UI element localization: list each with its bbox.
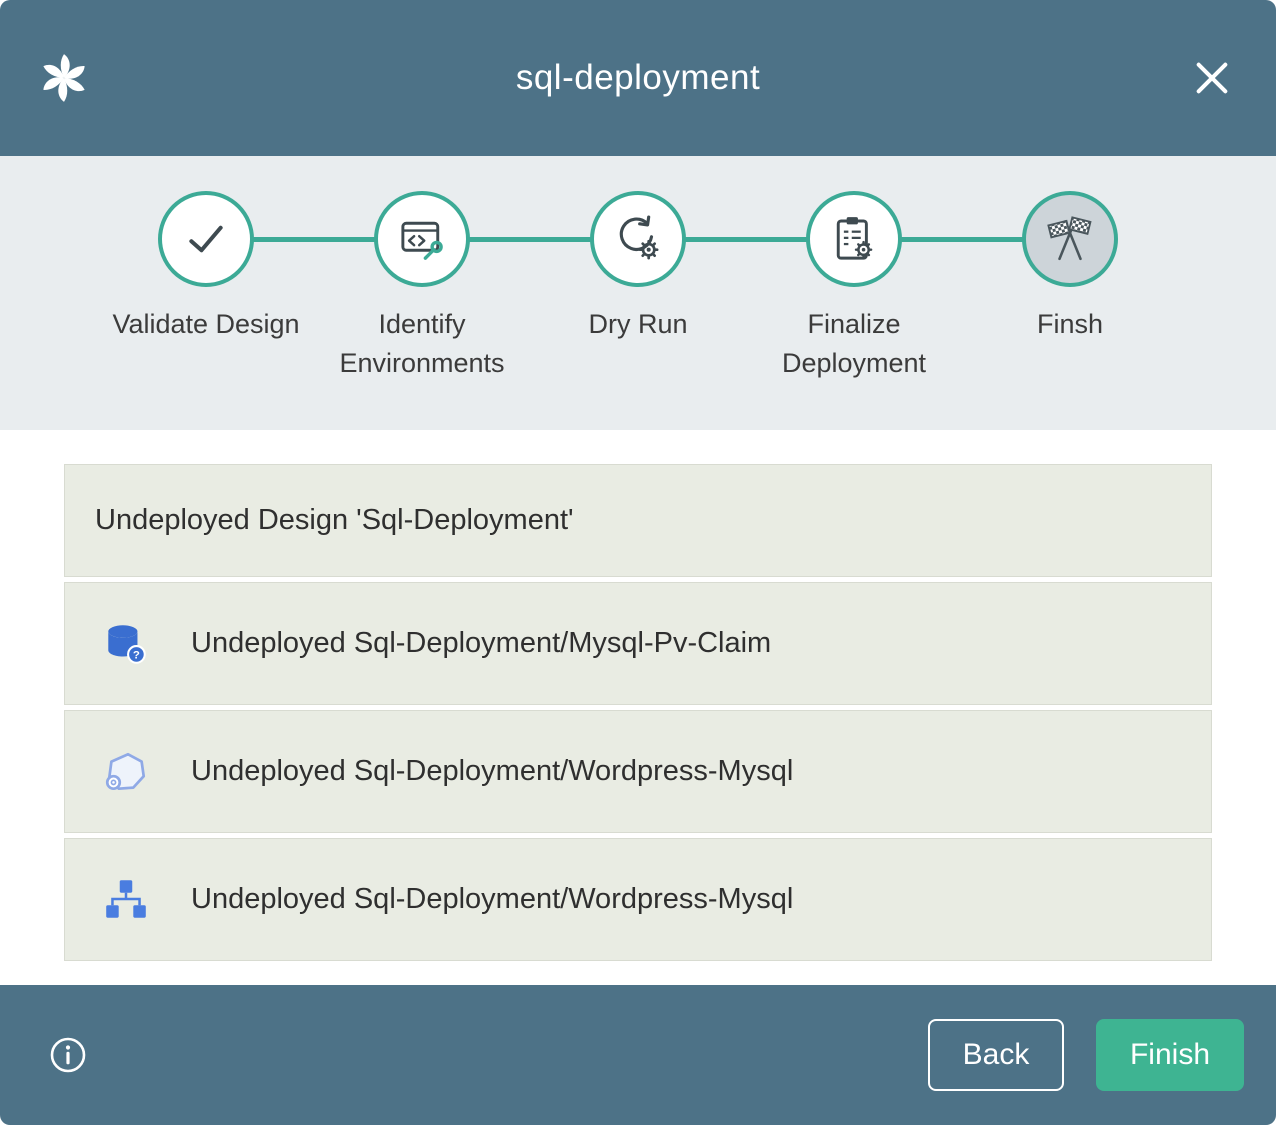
back-button[interactable]: Back: [928, 1019, 1064, 1091]
step-label: Dry Run: [588, 305, 687, 344]
step-dry-run: Dry Run: [530, 191, 746, 383]
check-icon[interactable]: [158, 191, 254, 287]
close-icon[interactable]: [1186, 52, 1238, 104]
dialog-header: sql-deployment: [0, 0, 1276, 156]
finish-button[interactable]: Finish: [1096, 1019, 1244, 1091]
history-gear-icon[interactable]: [590, 191, 686, 287]
wizard-stepper: Validate Design Identi: [0, 156, 1276, 430]
result-text: Undeployed Sql-Deployment/Wordpress-Mysq…: [191, 755, 793, 788]
step-identify-environments: Identify Environments: [314, 191, 530, 383]
dialog-footer: Back Finish: [0, 985, 1276, 1125]
result-row-wordpress-mysql-tree: Undeployed Sql-Deployment/Wordpress-Mysq…: [64, 838, 1212, 961]
result-header-text: Undeployed Design 'Sql-Deployment': [95, 504, 574, 537]
code-window-wrench-icon[interactable]: [374, 191, 470, 287]
checkered-flags-icon[interactable]: [1022, 191, 1118, 287]
info-icon[interactable]: [32, 1019, 104, 1091]
pod-icon: [101, 747, 151, 797]
step-finalize-deployment: Finalize Deployment: [746, 191, 962, 383]
result-text: Undeployed Sql-Deployment/Wordpress-Mysq…: [191, 883, 793, 916]
result-header-row: Undeployed Design 'Sql-Deployment': [64, 464, 1212, 577]
step-label: Identify Environments: [317, 305, 527, 383]
clipboard-gear-icon[interactable]: [806, 191, 902, 287]
svg-text:?: ?: [133, 649, 140, 661]
tree-icon: [101, 875, 151, 925]
step-label: Finsh: [1037, 305, 1103, 344]
result-text: Undeployed Sql-Deployment/Mysql-Pv-Claim: [191, 627, 771, 660]
dialog-title: sql-deployment: [0, 58, 1276, 98]
results-panel: Undeployed Design 'Sql-Deployment' ? Und…: [0, 430, 1276, 985]
step-label: Validate Design: [112, 305, 299, 344]
step-finish: Finsh: [962, 191, 1178, 383]
wizard-dialog: sql-deployment Validate Design: [0, 0, 1276, 1125]
step-validate-design: Validate Design: [98, 191, 314, 383]
step-label: Finalize Deployment: [749, 305, 959, 383]
result-row-mysql-pv-claim: ? Undeployed Sql-Deployment/Mysql-Pv-Cla…: [64, 582, 1212, 705]
result-row-wordpress-mysql-pod: Undeployed Sql-Deployment/Wordpress-Mysq…: [64, 710, 1212, 833]
database-icon: ?: [101, 619, 151, 669]
